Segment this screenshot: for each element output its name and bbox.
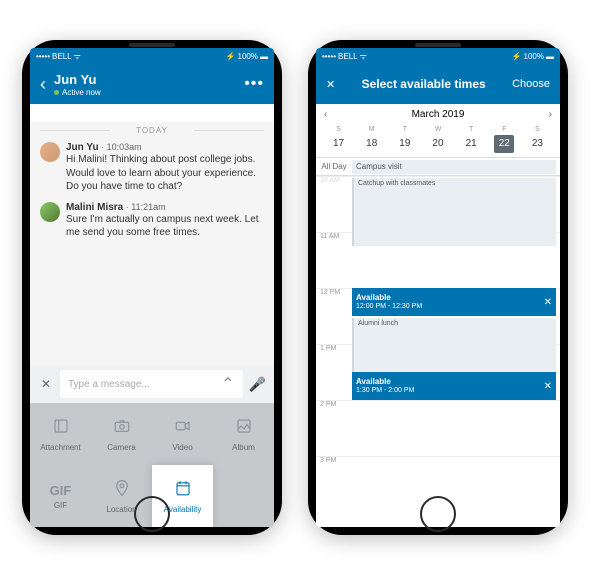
status-bar: •••••BELLᯤ ⚡100%▬ [316,48,560,64]
calendar-event[interactable]: Alumni lunch [352,318,556,372]
modal-title: Select available times [362,77,486,91]
hour-label: 11 AM [318,233,350,240]
calendar-body[interactable]: 10 AM 11 AM 12 PM 1 PM 2 PM 3 PM Catchup… [316,176,560,527]
remove-icon[interactable]: ✕ [544,297,552,308]
message: Malini Misra · 11:21am Sure I'm actually… [30,198,274,244]
avatar[interactable] [40,142,60,162]
day-cell-selected[interactable]: F22 [488,126,521,153]
allday-label: All Day [316,162,352,171]
carrier: BELL [52,52,72,61]
close-icon[interactable]: ✕ [326,78,335,91]
home-button[interactable] [420,496,456,532]
compose-bar: ✕ Type a message... ⌃ 🎤 [30,365,274,403]
compose-placeholder: Type a message... [68,379,150,390]
chat-name: Jun Yu [54,72,244,87]
camera-icon [113,417,131,440]
available-block[interactable]: Available1:30 PM - 2:00 PM ✕ [352,372,556,400]
spacer [30,104,274,122]
chat-status: Active now [54,88,244,97]
screen-right: •••••BELLᯤ ⚡100%▬ ✕ Select available tim… [316,48,560,527]
grid-empty [213,465,274,527]
month-row: ‹ March 2019 › [316,104,560,124]
album-icon [235,417,253,440]
hour-label: 3 PM [318,457,350,464]
hour-label: 12 PM [318,289,350,296]
month-label: March 2019 [412,109,465,120]
allday-row: All Day Campus visit [316,158,560,176]
message-header: Jun Yu · 10:03am [66,142,264,153]
attachment-icon [52,417,70,440]
remove-icon[interactable]: ✕ [544,381,552,392]
home-button[interactable] [134,496,170,532]
gif-icon: GIF [50,483,72,498]
grid-camera[interactable]: Camera [91,403,152,465]
grid-video[interactable]: Video [152,403,213,465]
close-icon[interactable]: ✕ [38,377,54,391]
back-icon[interactable]: ‹ [40,74,46,95]
grid-album[interactable]: Album [213,403,274,465]
screen-left: •••••BELLᯤ ⚡100%▬ ‹ Jun Yu Active now ••… [30,48,274,527]
day-cell[interactable]: T19 [388,126,421,153]
choose-button[interactable]: Choose [512,78,550,90]
modal-header: ✕ Select available times Choose [316,64,560,104]
calendar-event[interactable]: Catchup with classmates [352,178,556,246]
phone-left: •••••BELLᯤ ⚡100%▬ ‹ Jun Yu Active now ••… [22,40,282,535]
more-icon[interactable]: ••• [244,75,264,93]
mic-icon[interactable]: 🎤 [249,376,266,393]
avatar[interactable] [40,202,60,222]
day-cell[interactable]: S17 [322,126,355,153]
chevron-left-icon[interactable]: ‹ [324,109,327,120]
grid-attachment[interactable]: Attachment [30,403,91,465]
message-text: Hi Malini! Thinking about post college j… [66,153,264,194]
status-bar: •••••BELLᯤ ⚡100%▬ [30,48,274,64]
hour-label: 2 PM [318,401,350,408]
available-block[interactable]: Available12:00 PM - 12:30 PM ✕ [352,288,556,316]
message: Jun Yu · 10:03am Hi Malini! Thinking abo… [30,138,274,198]
day-cell[interactable]: S23 [521,126,554,153]
date-divider: TODAY [30,122,274,138]
phone-right: •••••BELLᯤ ⚡100%▬ ✕ Select available tim… [308,40,568,535]
hour-label: 1 PM [318,345,350,352]
message-header: Malini Misra · 11:21am [66,202,264,213]
grid-gif[interactable]: GIF GIF [30,465,91,527]
day-cell[interactable]: T21 [455,126,488,153]
battery-pct: 100% [238,52,258,61]
hour-label: 10 AM [318,177,350,184]
location-icon [113,479,131,502]
chevron-up-icon[interactable]: ⌃ [221,374,234,394]
chevron-right-icon[interactable]: › [549,109,552,120]
chat-header: ‹ Jun Yu Active now ••• [30,64,274,104]
day-cell[interactable]: M18 [355,126,388,153]
allday-event[interactable]: Campus visit [352,160,556,174]
week-row: S17 M18 T19 W20 T21 F22 S23 [316,124,560,158]
message-text: Sure I'm actually on campus next week. L… [66,213,264,240]
day-cell[interactable]: W20 [421,126,454,153]
calendar-icon [174,479,192,502]
video-icon [174,417,192,440]
compose-input[interactable]: Type a message... ⌃ [60,370,243,398]
